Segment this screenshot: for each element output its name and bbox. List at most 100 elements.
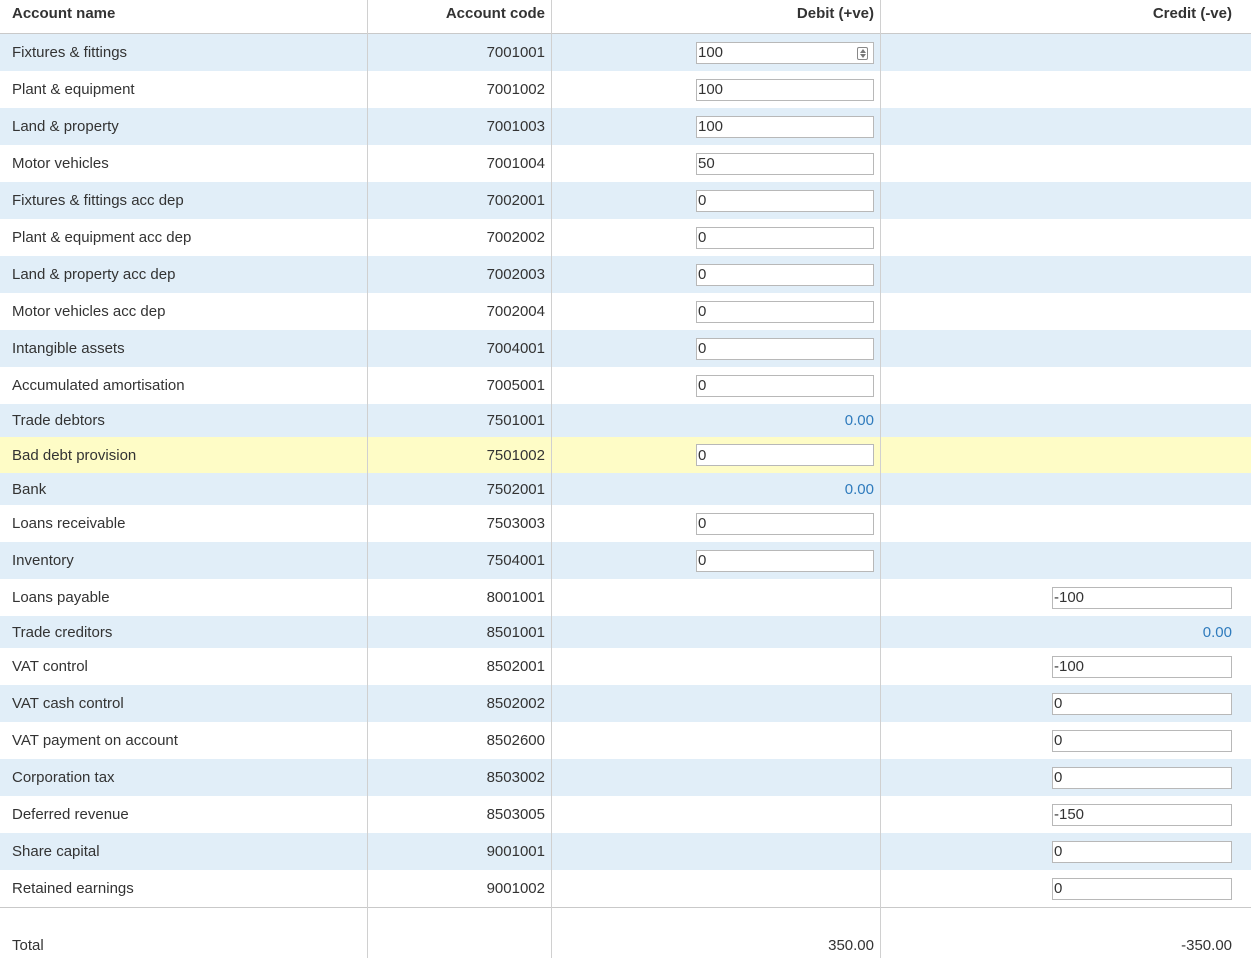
debit-input[interactable]: 100 [696,115,874,138]
credit-input[interactable]: 0 [1052,692,1232,715]
debit-input[interactable]: 0 [696,337,874,360]
account-code: 9001001 [486,843,545,860]
account-name: Deferred revenue [12,806,129,823]
spinner-icon[interactable] [857,46,868,60]
debit-cell [552,722,874,759]
table-row: VAT control 8502001 -100 [0,648,1251,685]
debit-cell: 0 [552,219,874,256]
debit-input[interactable]: 0 [696,444,874,466]
credit-cell [881,145,1232,182]
debit-input[interactable]: 50 [696,152,874,175]
column-header-account-name[interactable]: Account name [12,5,115,22]
total-debit: 350.00 [828,936,874,954]
table-row: Motor vehicles acc dep 7002004 0 [0,293,1251,330]
column-header-debit[interactable]: Debit (+ve) [552,5,874,22]
debit-cell: 50 [552,145,874,182]
debit-cell [552,579,874,616]
credit-input[interactable]: -100 [1052,655,1232,678]
table-row: Corporation tax 8503002 0 [0,759,1251,796]
account-name: Motor vehicles [12,155,109,172]
debit-input[interactable]: 0 [696,549,874,572]
credit-input-value: 0 [1054,880,1063,897]
account-code: 7502001 [486,480,545,498]
table-row: Bad debt provision 7501002 0 [0,437,1251,473]
table-row: Intangible assets 7004001 0 [0,330,1251,367]
account-name: Plant & equipment acc dep [12,229,192,246]
account-name: Accumulated amortisation [12,377,185,394]
credit-cell: 0 [881,833,1232,870]
table-row: Retained earnings 9001002 0 [0,870,1251,907]
table-header: Account name Account code Debit (+ve) Cr… [0,0,1251,34]
account-name: Corporation tax [12,769,115,786]
table-row: Plant & equipment acc dep 7002002 0 [0,219,1251,256]
account-code: 8001001 [486,589,545,606]
credit-link[interactable]: 0.00 [1203,624,1232,641]
table-row: Accumulated amortisation 7005001 0 [0,367,1251,404]
credit-cell [881,108,1232,145]
account-name: VAT cash control [12,695,124,712]
account-code: 7001004 [486,155,545,172]
debit-cell: 0 [552,330,874,367]
account-name: Bank [12,480,47,498]
debit-cell: 0 [552,182,874,219]
account-code: 7501001 [486,412,545,429]
debit-link[interactable]: 0.00 [845,412,874,429]
debit-cell: 0.00 [552,404,874,437]
debit-input[interactable]: 0 [696,374,874,397]
account-name: Plant & equipment [12,81,135,98]
debit-input[interactable]: 0 [696,512,874,535]
account-code: 7504001 [486,552,545,569]
debit-input-value: 100 [698,118,724,135]
debit-input[interactable]: 0 [696,226,874,249]
debit-input[interactable]: 0 [696,263,874,286]
credit-input[interactable]: -150 [1052,803,1232,826]
credit-input[interactable]: 0 [1052,729,1232,752]
debit-input[interactable]: 0 [696,300,874,323]
debit-cell: 100 [552,34,874,71]
debit-input-value: 0 [698,515,707,532]
credit-cell: -150 [881,796,1232,833]
column-divider [551,0,552,958]
debit-cell [552,616,874,648]
debit-input[interactable]: 0 [696,189,874,212]
debit-cell: 0.00 [552,473,874,505]
credit-cell: 0 [881,685,1232,722]
debit-input[interactable]: 100 [696,78,874,101]
debit-cell: 0 [552,293,874,330]
table-row: Trade debtors 7501001 0.00 [0,404,1251,437]
column-header-credit[interactable]: Credit (-ve) [881,5,1232,22]
table-row: VAT cash control 8502002 0 [0,685,1251,722]
debit-cell: 0 [552,256,874,293]
debit-cell: 0 [552,437,874,473]
account-name: Fixtures & fittings [12,44,128,61]
credit-cell [881,367,1232,404]
account-code: 8501001 [486,623,545,641]
credit-cell [881,473,1232,505]
credit-input[interactable]: 0 [1052,766,1232,789]
account-code: 7002001 [486,192,545,209]
total-credit: -350.00 [1181,936,1232,954]
total-row: Total 350.00 -350.00 [0,908,1251,958]
credit-cell [881,437,1232,473]
column-divider [880,0,881,958]
debit-cell: 0 [552,542,874,579]
debit-input[interactable]: 100 [696,41,874,64]
table-row: Loans receivable 7503003 0 [0,505,1251,542]
account-name: VAT payment on account [12,732,178,749]
credit-input[interactable]: -100 [1052,586,1232,609]
account-code: 7001003 [486,118,545,135]
account-code: 7001002 [486,81,545,98]
credit-input[interactable]: 0 [1052,840,1232,863]
column-header-account-code[interactable]: Account code [368,5,545,22]
table-row: Motor vehicles 7001004 50 [0,145,1251,182]
credit-input[interactable]: 0 [1052,877,1232,900]
debit-cell [552,759,874,796]
account-code: 7501002 [486,446,545,464]
credit-cell: 0 [881,722,1232,759]
credit-input-value: -150 [1054,806,1085,823]
debit-input-value: 0 [698,552,707,569]
debit-input-value: 0 [698,446,707,464]
debit-link[interactable]: 0.00 [845,481,874,498]
table-row: Fixtures & fittings 7001001 100 [0,34,1251,71]
account-name: Inventory [12,552,74,569]
